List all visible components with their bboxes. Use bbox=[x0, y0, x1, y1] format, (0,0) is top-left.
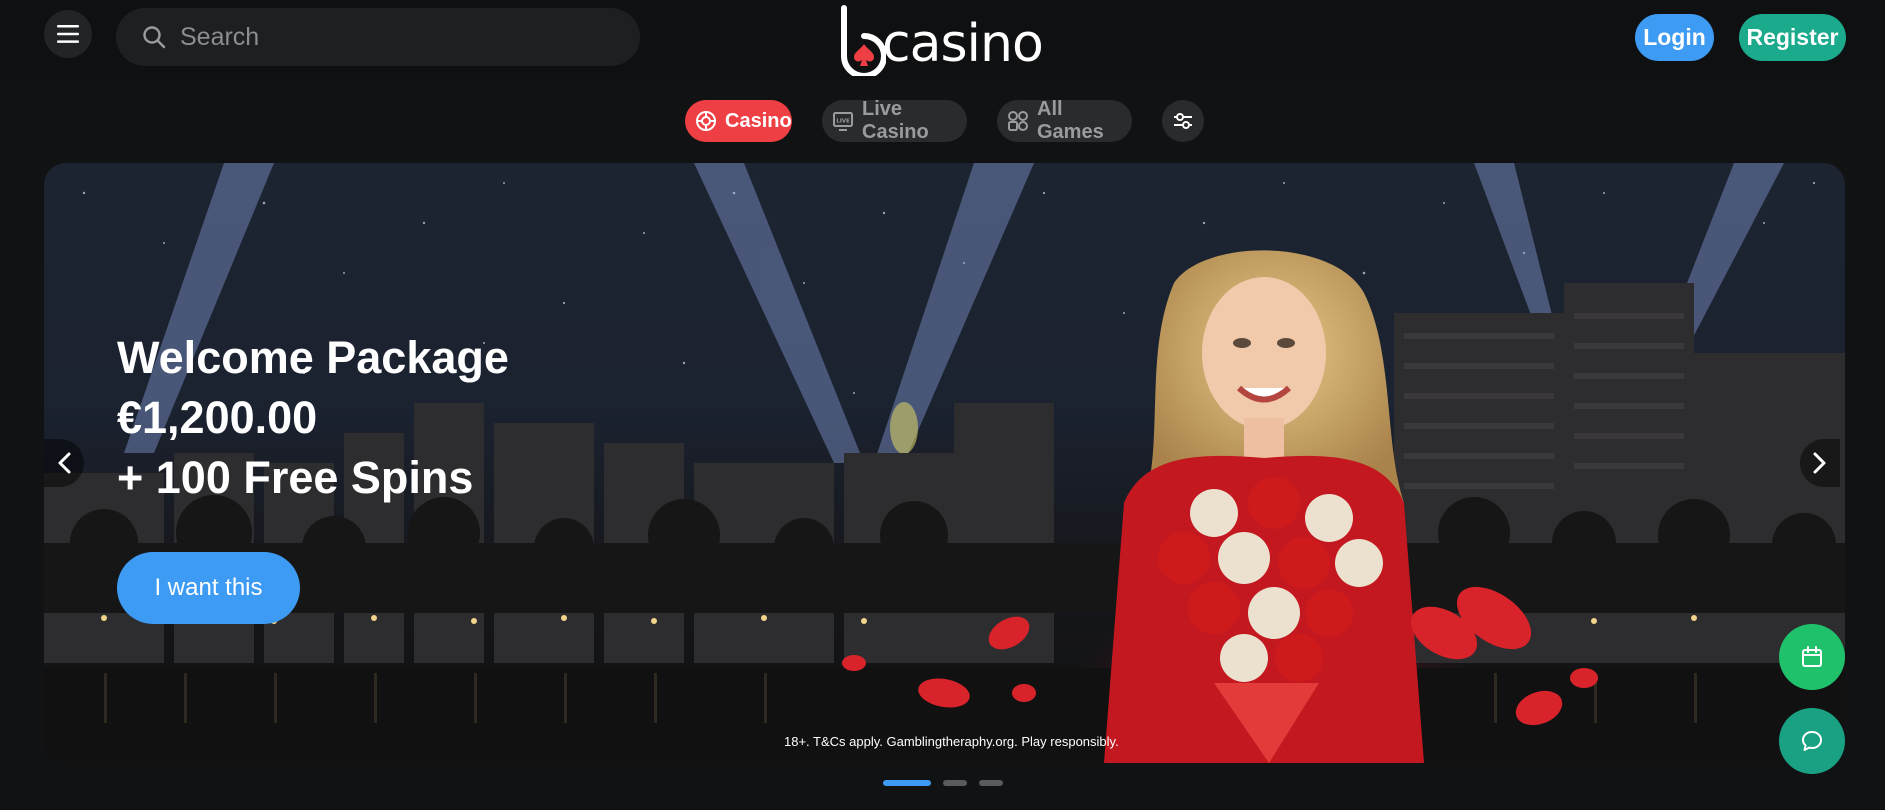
logo-text: casino bbox=[882, 14, 1044, 74]
tab-all-games-label: All Games bbox=[1037, 98, 1104, 143]
live-tv-icon: LIVE bbox=[833, 112, 853, 131]
brand-logo[interactable]: casino bbox=[838, 0, 1050, 76]
chevron-left-icon bbox=[58, 452, 71, 474]
filter-button[interactable] bbox=[1162, 100, 1204, 142]
chevron-right-icon bbox=[1813, 452, 1826, 474]
search-bar[interactable] bbox=[116, 8, 640, 66]
menu-button[interactable] bbox=[44, 10, 92, 58]
tab-live-casino[interactable]: LIVE Live Casino bbox=[822, 98, 967, 143]
tab-live-casino-label: Live Casino bbox=[862, 98, 929, 143]
carousel-dot-2[interactable] bbox=[942, 780, 967, 786]
tab-casino-label: Casino bbox=[725, 109, 792, 132]
carousel-dot-1[interactable] bbox=[882, 780, 931, 786]
promo-headline: Welcome Package €1,200.00 + 100 Free Spi… bbox=[117, 328, 677, 508]
headline-line-3: + 100 Free Spins bbox=[117, 452, 474, 503]
calendar-icon bbox=[1802, 646, 1822, 667]
logo-b-spade-icon bbox=[841, 5, 886, 76]
top-header: casino Login Register bbox=[0, 0, 1885, 80]
headline-line-2: €1,200.00 bbox=[117, 392, 318, 443]
hamburger-icon bbox=[57, 25, 79, 43]
carousel-next-button[interactable] bbox=[1800, 439, 1840, 487]
terms-disclaimer: 18+. T&Cs apply. Gamblingtheraphy.org. P… bbox=[784, 734, 1119, 749]
chat-icon bbox=[1802, 731, 1822, 751]
claim-offer-button[interactable]: I want this bbox=[117, 552, 300, 624]
casino-chip-icon bbox=[696, 111, 716, 131]
search-icon bbox=[143, 26, 166, 49]
register-button[interactable]: Register bbox=[1739, 14, 1846, 61]
chat-button[interactable] bbox=[1779, 708, 1845, 774]
category-tabs: Casino LIVE Live Casino All Games bbox=[0, 98, 1885, 143]
search-input[interactable] bbox=[180, 22, 600, 52]
login-button[interactable]: Login bbox=[1635, 14, 1714, 61]
headline-line-1: Welcome Package bbox=[117, 332, 509, 383]
carousel-dot-3[interactable] bbox=[978, 780, 1003, 786]
promo-banner[interactable]: Welcome Package €1,200.00 + 100 Free Spi… bbox=[44, 163, 1845, 763]
tab-casino[interactable]: Casino bbox=[685, 100, 792, 142]
tab-all-games[interactable]: All Games bbox=[997, 98, 1132, 143]
svg-text:LIVE: LIVE bbox=[836, 119, 850, 125]
grid-icon bbox=[1008, 111, 1028, 131]
calendar-button[interactable] bbox=[1779, 624, 1845, 690]
filter-sliders-icon bbox=[1174, 113, 1192, 129]
carousel-indicators bbox=[0, 780, 1885, 786]
